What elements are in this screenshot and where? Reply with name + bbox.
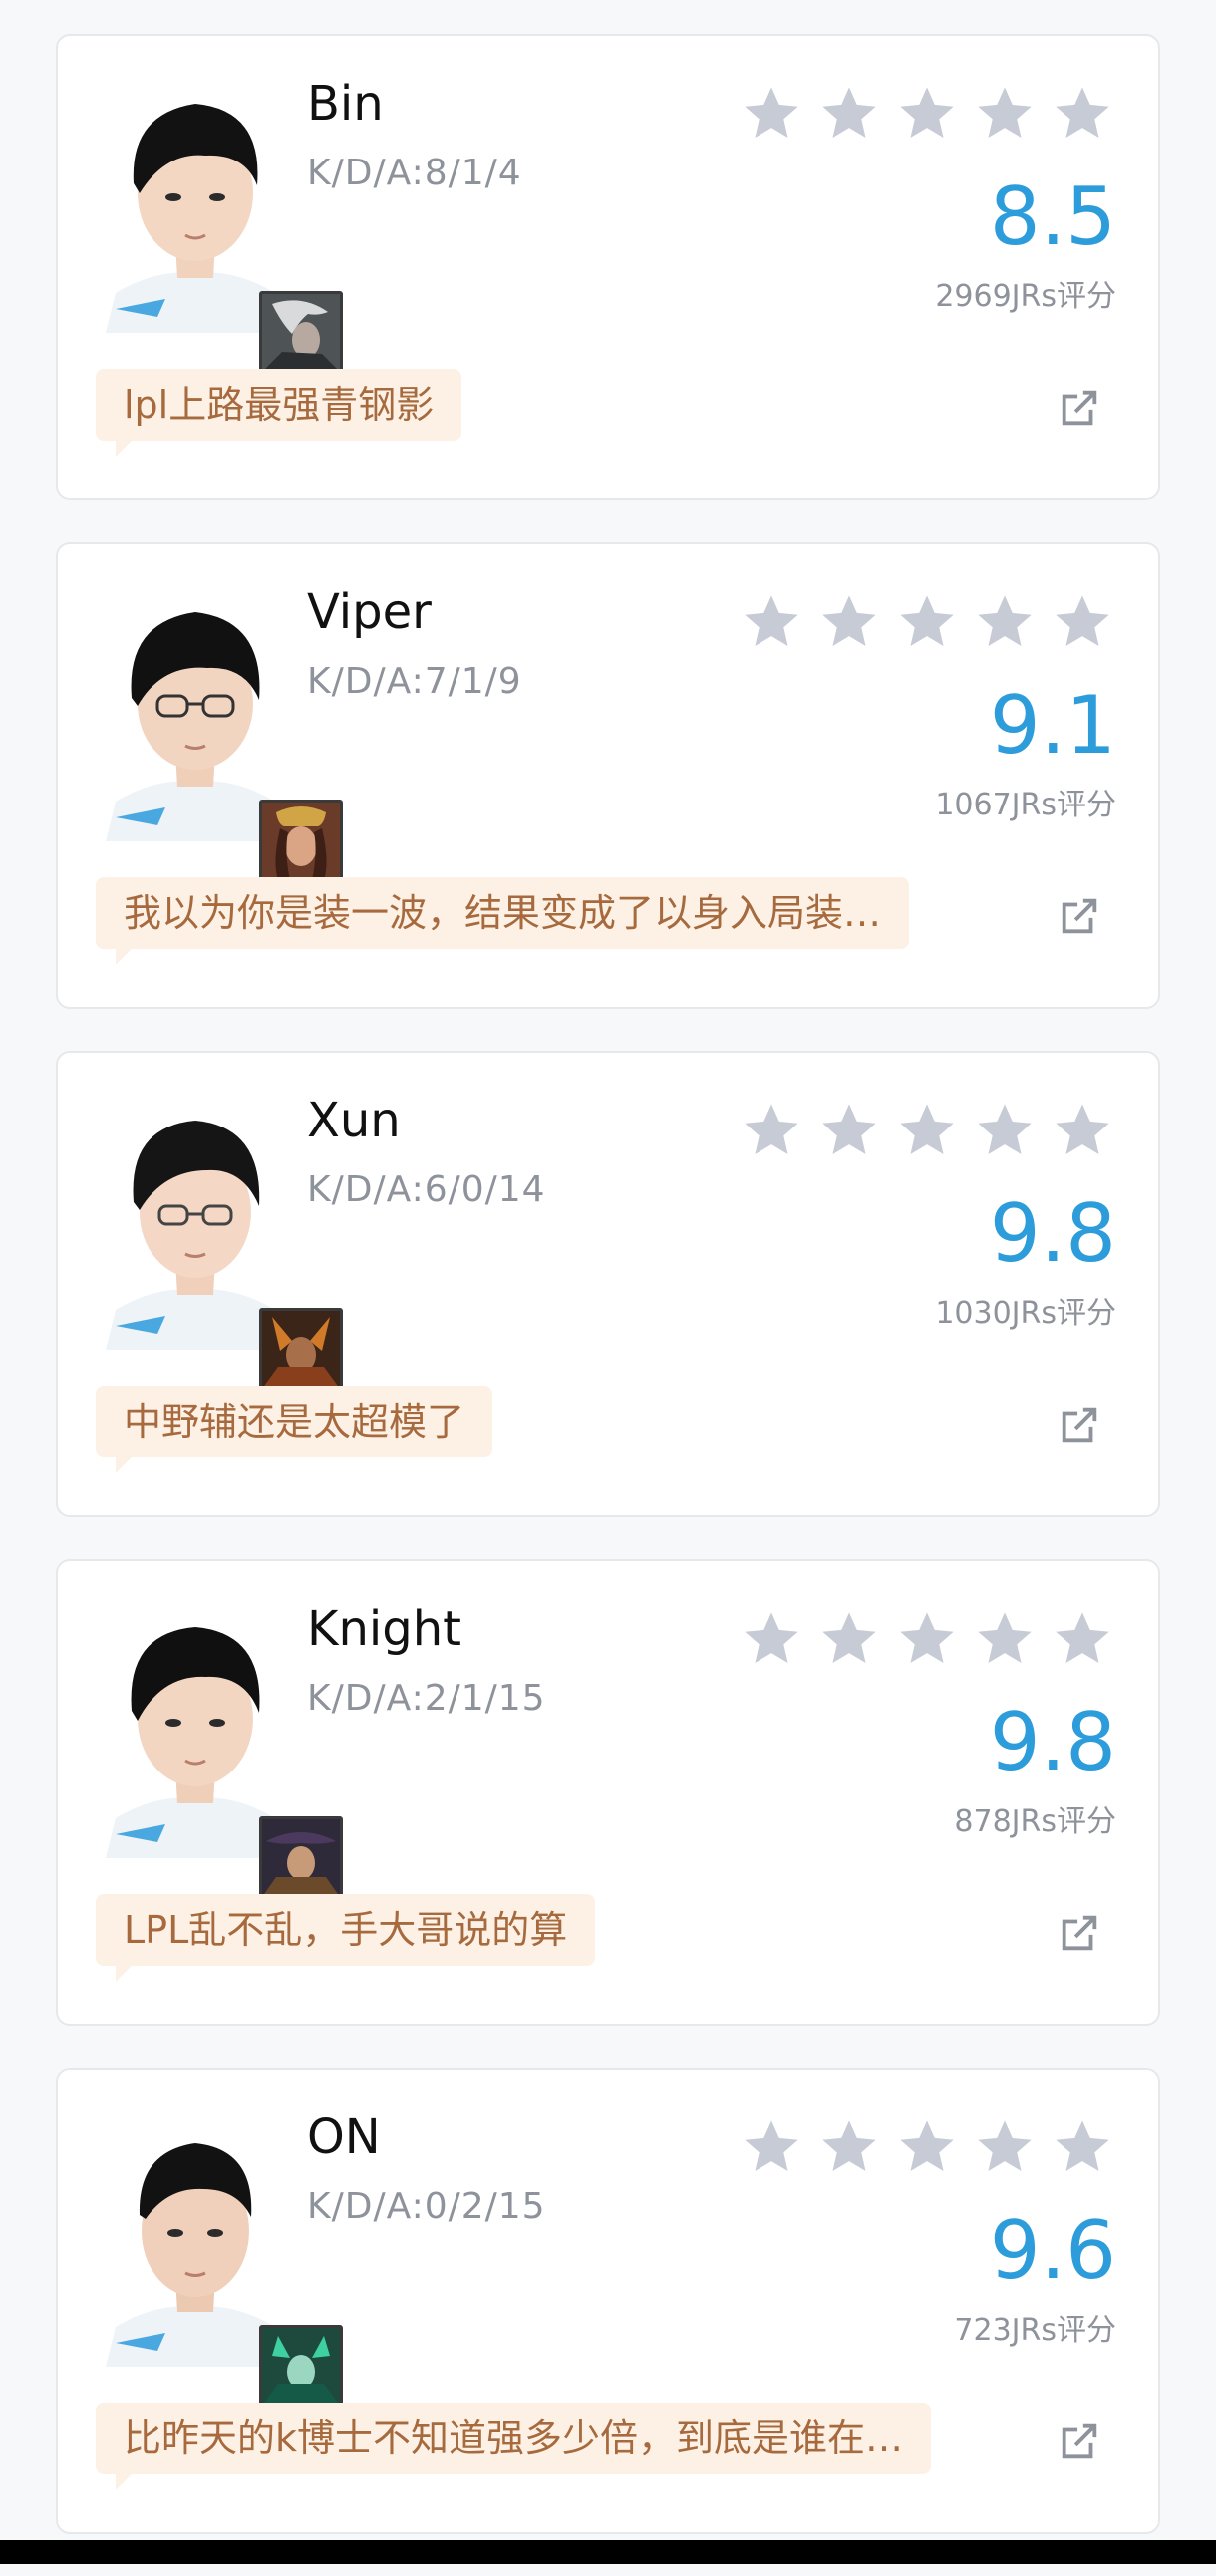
xin-zhao-portrait-icon — [259, 1308, 343, 1392]
player-kda: K/D/A:7/1/9 — [307, 661, 522, 702]
player-avatar — [96, 2107, 343, 2409]
star-icon[interactable] — [895, 590, 959, 654]
player-score: 9.8 — [989, 1187, 1116, 1280]
star-icon[interactable] — [973, 590, 1037, 654]
star-icon[interactable] — [740, 2115, 803, 2179]
star-icon[interactable] — [895, 2115, 959, 2179]
player-name: ON — [307, 2109, 381, 2165]
player-card-xun[interactable]: Xun K/D/A:6/0/14 9.8 1030JRs评分 中野辅还是太超模了 — [56, 1051, 1160, 1517]
comment-bubble-tail — [116, 439, 134, 457]
star-icon[interactable] — [740, 1607, 803, 1671]
player-score: 9.8 — [989, 1696, 1116, 1788]
player-name: Bin — [307, 76, 384, 132]
star-icon[interactable] — [817, 2115, 881, 2179]
rating-stars[interactable] — [740, 2115, 1114, 2179]
rating-stars[interactable] — [740, 1607, 1114, 1671]
player-card-knight[interactable]: Knight K/D/A:2/1/15 9.8 878JRs评分 LPL乱不乱，… — [56, 1559, 1160, 2026]
star-icon[interactable] — [740, 82, 803, 146]
star-icon[interactable] — [1051, 1099, 1114, 1162]
sivir-portrait-icon — [259, 800, 343, 883]
player-card-viper[interactable]: Viper K/D/A:7/1/9 9.1 1067JRs评分 我以为你是装一波… — [56, 542, 1160, 1009]
player-rating-list: Bin K/D/A:8/1/4 8.5 2969JRs评分 lpl上路最强青钢影 — [56, 34, 1160, 2576]
player-avatar — [96, 74, 343, 375]
star-icon[interactable] — [1051, 590, 1114, 654]
star-icon[interactable] — [895, 1607, 959, 1671]
player-score: 9.1 — [989, 679, 1116, 772]
rating-stars[interactable] — [740, 1099, 1114, 1162]
share-icon[interactable] — [1057, 385, 1102, 431]
star-icon[interactable] — [1051, 2115, 1114, 2179]
system-navigation-bar — [0, 2540, 1216, 2564]
player-avatar — [96, 1091, 343, 1392]
rating-count: 878JRs评分 — [954, 1804, 1116, 1839]
top-comment[interactable]: lpl上路最强青钢影 — [96, 369, 462, 441]
player-avatar — [96, 1599, 343, 1900]
rating-count: 1067JRs评分 — [935, 788, 1116, 822]
comment-bubble-tail — [116, 1964, 134, 1982]
comment-bubble-tail — [116, 2472, 134, 2490]
camille-portrait-icon — [259, 291, 343, 375]
player-name: Knight — [307, 1601, 461, 1657]
share-icon[interactable] — [1057, 893, 1102, 939]
player-score: 8.5 — [989, 170, 1116, 263]
star-icon[interactable] — [817, 590, 881, 654]
player-name: Xun — [307, 1093, 401, 1148]
player-avatar — [96, 582, 343, 883]
player-score: 9.6 — [989, 2204, 1116, 2297]
player-name: Viper — [307, 584, 432, 640]
star-icon[interactable] — [973, 2115, 1037, 2179]
star-icon[interactable] — [895, 1099, 959, 1162]
top-comment[interactable]: 中野辅还是太超模了 — [96, 1386, 493, 1457]
star-icon[interactable] — [740, 590, 803, 654]
comment-bubble-tail — [116, 1455, 134, 1473]
top-comment[interactable]: LPL乱不乱，手大哥说的算 — [96, 1894, 596, 1966]
rating-stars[interactable] — [740, 82, 1114, 146]
star-icon[interactable] — [817, 1607, 881, 1671]
rating-stars[interactable] — [740, 590, 1114, 654]
comment-bubble-tail — [116, 947, 134, 965]
player-card-bin[interactable]: Bin K/D/A:8/1/4 8.5 2969JRs评分 lpl上路最强青钢影 — [56, 34, 1160, 500]
star-icon[interactable] — [973, 82, 1037, 146]
twisted-fate-portrait-icon — [259, 1816, 343, 1900]
share-icon[interactable] — [1057, 1910, 1102, 1956]
player-kda: K/D/A:6/0/14 — [307, 1169, 546, 1210]
star-icon[interactable] — [740, 1099, 803, 1162]
star-icon[interactable] — [1051, 1607, 1114, 1671]
player-kda: K/D/A:2/1/15 — [307, 1678, 546, 1719]
top-comment[interactable]: 比昨天的k博士不知道强多少倍，到底是谁在… — [96, 2403, 932, 2474]
rating-count: 2969JRs评分 — [935, 279, 1116, 314]
share-icon[interactable] — [1057, 1402, 1102, 1448]
rating-count: 723JRs评分 — [954, 2313, 1116, 2348]
star-icon[interactable] — [817, 1099, 881, 1162]
star-icon[interactable] — [1051, 82, 1114, 146]
player-card-on[interactable]: ON K/D/A:0/2/15 9.6 723JRs评分 比昨天的k博士不知道强… — [56, 2068, 1160, 2534]
star-icon[interactable] — [817, 82, 881, 146]
rating-count: 1030JRs评分 — [935, 1296, 1116, 1331]
top-comment[interactable]: 我以为你是装一波，结果变成了以身入局装… — [96, 877, 910, 949]
star-icon[interactable] — [895, 82, 959, 146]
player-kda: K/D/A:0/2/15 — [307, 2186, 546, 2227]
share-icon[interactable] — [1057, 2418, 1102, 2464]
karma-portrait-icon — [259, 2325, 343, 2409]
star-icon[interactable] — [973, 1099, 1037, 1162]
player-kda: K/D/A:8/1/4 — [307, 153, 522, 193]
star-icon[interactable] — [973, 1607, 1037, 1671]
